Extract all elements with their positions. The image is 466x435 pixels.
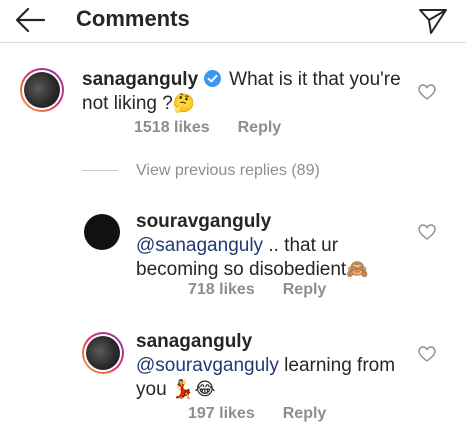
comment-username[interactable]: sanaganguly xyxy=(82,69,198,90)
heart-icon[interactable] xyxy=(418,84,436,100)
comment-text-line1: What is it that you're xyxy=(229,69,401,90)
header-bar: Comments xyxy=(0,0,466,43)
thinking-face-emoji: 🤔 xyxy=(172,93,196,114)
comment-meta: 1518 likes Reply xyxy=(134,119,309,137)
likes-count[interactable]: 718 likes xyxy=(188,281,255,298)
see-no-evil-monkey-emoji: 🙈 xyxy=(346,259,369,280)
avatar-image xyxy=(24,72,60,108)
paper-plane-icon[interactable] xyxy=(418,6,448,36)
reply-button[interactable]: Reply xyxy=(283,405,327,422)
reply-button[interactable]: Reply xyxy=(238,119,282,136)
arrow-left-icon[interactable] xyxy=(14,6,46,34)
divider-line xyxy=(82,170,118,172)
reply-button[interactable]: Reply xyxy=(283,281,327,298)
verified-badge-icon xyxy=(204,70,222,87)
reply-meta: 197 likes Reply xyxy=(188,405,354,423)
heart-icon[interactable] xyxy=(418,346,436,362)
reply-text: sanaganguly @souravganguly learning from… xyxy=(136,330,406,402)
page-title: Comments xyxy=(76,6,190,31)
avatar-image xyxy=(86,336,120,370)
dancer-laughing-emoji: 💃😂 xyxy=(171,379,216,400)
reply-username[interactable]: souravganguly xyxy=(136,211,271,232)
comment-text: sanaganguly What is it that you're not li… xyxy=(82,68,402,116)
reply-text-line2: becoming so disobedient xyxy=(136,259,347,280)
heart-icon[interactable] xyxy=(418,224,436,240)
mention-link[interactable]: @souravganguly xyxy=(136,355,279,376)
reply-text-line2: you xyxy=(136,379,172,400)
reply-meta: 718 likes Reply xyxy=(188,281,354,299)
view-replies-label: View previous replies (89) xyxy=(136,162,320,179)
likes-count[interactable]: 197 likes xyxy=(188,405,255,422)
likes-count[interactable]: 1518 likes xyxy=(134,119,210,136)
reply-text-line1: learning from xyxy=(278,355,396,376)
avatar[interactable] xyxy=(20,68,64,112)
reply-text: souravganguly @sanaganguly .. that ur be… xyxy=(136,210,406,282)
comment-text-line2: not liking ? xyxy=(82,93,173,114)
mention-link[interactable]: @sanaganguly xyxy=(136,235,263,256)
reply-username[interactable]: sanaganguly xyxy=(136,331,252,352)
reply-text-line1: .. that ur xyxy=(263,235,339,256)
avatar[interactable] xyxy=(82,332,124,374)
avatar-image xyxy=(84,214,120,250)
view-previous-replies[interactable]: View previous replies (89) xyxy=(82,162,320,182)
avatar[interactable] xyxy=(82,212,122,252)
